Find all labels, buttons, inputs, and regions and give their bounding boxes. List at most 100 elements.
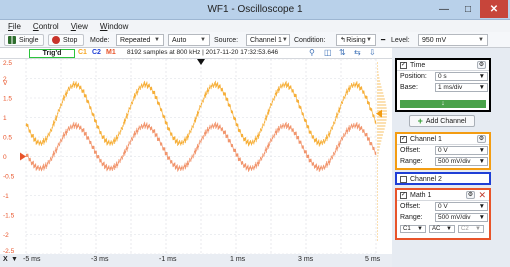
menu-view[interactable]: View [71,22,88,31]
channel1-offset-row: Offset: 0 V ▼ [397,145,489,156]
acquisition-info: 8192 samples at 800 kHz | 2017-11-20 17:… [127,49,279,56]
menu-file[interactable]: File [8,22,21,31]
time-panel-header: ✓ Time ⚙ [397,60,489,71]
math1-source1-select[interactable]: C1 ▼ [400,225,426,233]
chevron-down-icon: ▼ [475,226,481,232]
chevron-down-icon: ▼ [478,37,484,43]
measure-icon[interactable]: ⇆ [354,48,361,57]
channel1-panel: ✓ Channel 1 ⚙ Offset: 0 V ▼ Range: 500 mV… [395,132,491,170]
chevron-down-icon: ▼ [417,226,423,232]
channel2-checkbox[interactable] [400,176,407,183]
x-axis-indicator[interactable]: X [3,256,8,263]
settings-gear-icon[interactable]: ⚙ [477,135,486,143]
single-icon [8,36,16,44]
channel1-header: ✓ Channel 1 ⚙ [397,134,489,145]
math1-source2-select[interactable]: C2 ▼ [458,225,484,233]
y-axis-unit-label: V [3,80,8,87]
y-tick-label: 1 [3,115,7,122]
math1-offset-row: Offset: 0 V ▼ [397,201,489,212]
condition-label: Condition: [294,36,326,44]
time-position-input[interactable]: 0 s ▼ [435,72,488,81]
chevron-down-icon: ▼ [200,37,206,43]
x-axis: X ▼ -5 ms -3 ms -1 ms 1 ms 3 ms 5 ms [0,254,392,267]
y-tick-label: -1.5 [3,213,15,220]
chevron-down-icon: ▼ [478,158,485,165]
level-input[interactable]: 950 mV ▼ [418,34,488,46]
math1-panel: ✓ Math 1 ⚙ ✕ Offset: 0 V ▼ Range: 500 mV/… [395,188,491,240]
trigger-status-badge: Trig'd [29,49,75,58]
mode-select[interactable]: Repeated ▼ [116,34,164,46]
y-tick-label: 0.5 [3,135,12,142]
menu-window[interactable]: Window [100,22,128,31]
x-tick-label: -1 ms [159,256,177,263]
condition-select[interactable]: ↰ Rising ▼ [336,34,376,46]
level-icon: ━ [381,37,386,44]
source-select[interactable]: Channel 1 ▼ [246,34,290,46]
chevron-down-icon: ▼ [154,37,160,43]
stop-button[interactable]: Stop [48,34,84,46]
channel2-panel: Channel 2 [395,172,491,185]
time-checkbox[interactable]: ✓ [400,61,407,69]
level-label: Level: [391,36,410,44]
channel1-range-row: Range: 500 mV/div ▼ [397,156,489,167]
menu-control[interactable]: Control [33,22,59,31]
title-bar: WF1 - Oscilloscope 1 — □ ✕ [0,0,510,20]
remove-icon[interactable]: ✕ [478,190,486,201]
x-tick-label: 1 ms [230,256,246,263]
maximize-button[interactable]: □ [456,0,480,18]
time-panel: ✓ Time ⚙ Position: 0 s ▼ Base: 1 ms/div ▼ … [395,58,491,112]
chevron-down-icon: ▼ [478,203,485,210]
add-icon: + [417,116,423,126]
chevron-down-icon: ▼ [366,37,372,43]
channel1-tag[interactable]: C1 [78,49,87,56]
channel2-tag[interactable]: C2 [92,49,101,56]
minimize-button[interactable]: — [432,0,456,18]
cursor-icon[interactable]: ⇅ [339,48,346,57]
time-base-select[interactable]: 1 ms/div ▼ [435,83,488,92]
x-tick-label: 3 ms [298,256,314,263]
settings-sidebar: ✓ Time ⚙ Position: 0 s ▼ Base: 1 ms/div ▼ … [392,48,510,267]
status-row: Trig'd C1 C2 M1 8192 samples at 800 kHz … [0,48,392,59]
time-position-row: Position: 0 s ▼ [397,71,489,82]
stop-icon [52,36,60,44]
y-tick-label: -0.5 [3,174,15,181]
x-tick-label: -3 ms [91,256,109,263]
math1-range-row: Range: 500 mV/div ▼ [397,212,489,223]
close-button[interactable]: ✕ [480,0,508,18]
add-channel-button[interactable]: + Add Channel [409,115,475,127]
channel1-checkbox[interactable]: ✓ [400,135,407,143]
math1-function-row: C1 ▼ AC ▼ C2 ▼ [397,223,489,234]
mode-label: Mode: [90,36,110,44]
export-icon[interactable]: ⇩ [369,48,376,57]
time-expand-arrow-icon[interactable]: ↓ [400,100,486,108]
math1-range-select[interactable]: 500 mV/div ▼ [435,213,488,222]
y-tick-label: -2 [3,232,9,239]
math1-checkbox[interactable]: ✓ [400,191,407,199]
math1-operation-select[interactable]: AC ▼ [429,225,455,233]
zoom-icon[interactable]: ⚲ [309,48,315,57]
zoom-fit-icon[interactable]: ◫ [324,48,332,57]
time-base-row: Base: 1 ms/div ▼ [397,82,489,93]
y-tick-label: 0 [3,154,7,161]
chevron-down-icon: ▼ [281,37,288,43]
math1-header: ✓ Math 1 ⚙ ✕ [397,190,489,201]
chevron-down-icon: ▼ [478,214,485,221]
settings-gear-icon[interactable]: ⚙ [477,61,486,69]
auto-select[interactable]: Auto ▼ [168,34,210,46]
oscilloscope-plot[interactable]: 2.521.510.50-0.5-1-1.5-2-2.5V [0,59,392,254]
chevron-down-icon: ▼ [478,147,485,154]
settings-gear-icon[interactable]: ⚙ [466,191,475,199]
chevron-down-icon: ▼ [478,73,485,80]
channel1-range-select[interactable]: 500 mV/div ▼ [435,157,488,166]
math1-tag[interactable]: M1 [106,49,116,56]
x-axis-dropdown-icon[interactable]: ▼ [11,256,18,263]
channel1-offset-input[interactable]: 0 V ▼ [435,146,488,155]
x-tick-label: 5 ms [365,256,381,263]
math1-offset-input[interactable]: 0 V ▼ [435,202,488,211]
single-button[interactable]: Single [4,34,44,46]
y-tick-label: 1.5 [3,96,12,103]
chevron-down-icon: ▼ [446,226,452,232]
x-tick-label: -5 ms [23,256,41,263]
y-tick-label: 2.5 [3,60,12,67]
menu-bar: File Control View Window [0,20,510,32]
